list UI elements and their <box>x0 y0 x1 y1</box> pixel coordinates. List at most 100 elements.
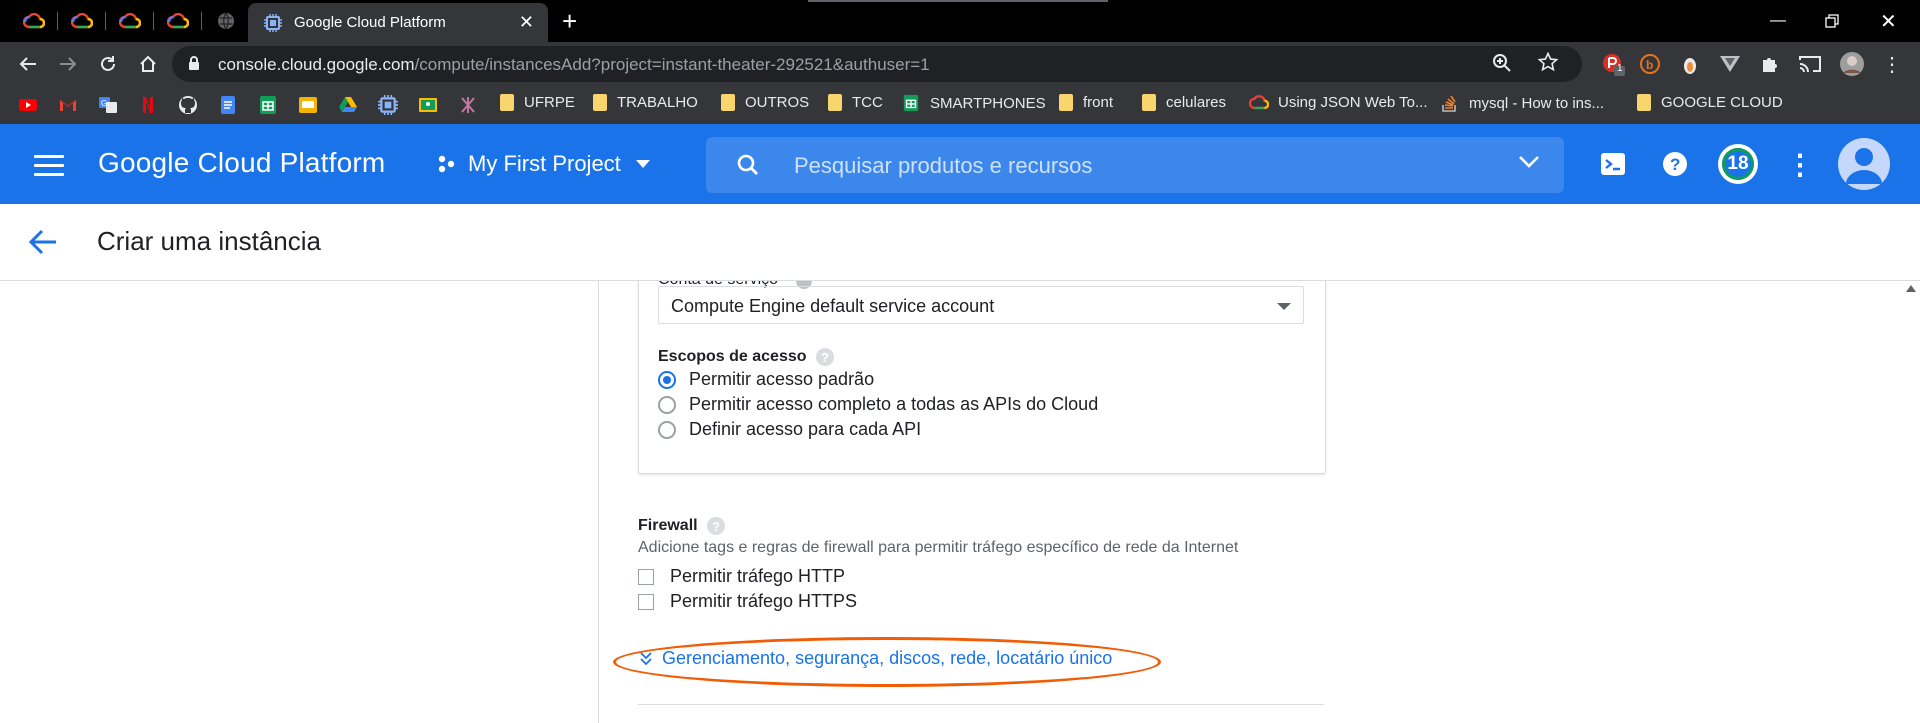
browser-menu-icon[interactable]: ⋮ <box>1878 50 1906 78</box>
access-scopes-label: Escopos de acesso <box>658 348 807 365</box>
checkbox-label: Permitir tráfego HTTPS <box>670 591 858 611</box>
firewall-label: Firewall <box>638 517 698 534</box>
project-hexdots-icon <box>438 155 455 173</box>
pinned-tab[interactable] <box>202 0 250 42</box>
bookmark-folder-front[interactable]: front <box>1059 94 1113 111</box>
pinned-tab[interactable] <box>154 0 202 42</box>
chevron-down-icon <box>635 160 650 168</box>
zoom-icon[interactable] <box>1492 53 1512 73</box>
radio-label: Permitir acesso padrão <box>689 369 875 389</box>
docs-icon[interactable] <box>218 95 238 115</box>
reload-icon[interactable] <box>92 48 124 80</box>
new-tab-button[interactable]: + <box>562 6 577 37</box>
allow-https-checkbox[interactable]: Permitir tráfego HTTPS <box>638 591 857 612</box>
content-divider <box>598 281 599 723</box>
bookmark-label: OUTROS <box>745 94 810 111</box>
folder-icon <box>1142 94 1156 111</box>
product-brand[interactable]: Google Cloud Platform <box>98 147 385 179</box>
pinned-tab[interactable] <box>10 0 58 42</box>
account-avatar[interactable] <box>1838 138 1890 190</box>
back-icon[interactable] <box>12 48 44 80</box>
extension-flame-icon[interactable] <box>1676 50 1704 78</box>
window-drag-indicator <box>808 0 1108 2</box>
bookmark-label: mysql - How to ins... <box>1469 94 1605 112</box>
close-window-icon[interactable]: ✕ <box>1880 0 1897 42</box>
double-chevron-down-icon <box>640 651 652 665</box>
bookmark-label: front <box>1083 94 1114 111</box>
cloud-shell-icon[interactable] <box>1595 146 1631 182</box>
lock-icon <box>189 56 199 70</box>
radio-selected-icon <box>658 370 676 389</box>
radio-unselected-icon <box>658 420 676 439</box>
youtube-icon[interactable] <box>18 95 38 115</box>
gmail-icon[interactable] <box>58 95 78 115</box>
translate-icon[interactable]: G <box>98 95 118 115</box>
more-options-icon[interactable]: ⋮ <box>1782 146 1818 182</box>
url-text: console.cloud.google.com/compute/instanc… <box>218 55 930 75</box>
figma-like-icon[interactable] <box>458 95 478 115</box>
star-icon[interactable] <box>1538 52 1558 72</box>
github-icon[interactable] <box>178 95 198 115</box>
bookmark-mysql[interactable]: mysql - How to ins... <box>1441 94 1604 112</box>
restore-icon[interactable] <box>1825 0 1839 42</box>
profile-avatar-icon[interactable] <box>1838 50 1866 78</box>
active-tab-title: Google Cloud Platform <box>294 14 446 31</box>
radio-label: Permitir acesso completo a todas as APIs… <box>689 394 1099 414</box>
notifications-badge[interactable]: 18 <box>1718 144 1758 184</box>
close-tab-icon[interactable]: ✕ <box>519 12 534 33</box>
extensions-puzzle-icon[interactable] <box>1756 50 1784 78</box>
folder-icon <box>593 94 607 111</box>
scope-option-default[interactable]: Permitir acesso padrão <box>658 369 874 390</box>
netflix-icon[interactable] <box>138 95 158 115</box>
minimize-icon[interactable]: — <box>1770 0 1786 42</box>
folder-icon <box>828 94 842 111</box>
scroll-up-arrow-icon[interactable] <box>1906 285 1916 292</box>
extension-red-icon[interactable]: 1 <box>1599 50 1627 78</box>
advanced-options-expander[interactable]: Gerenciamento, segurança, discos, rede, … <box>640 648 1112 669</box>
cast-icon[interactable] <box>1796 50 1824 78</box>
search-placeholder: Pesquisar produtos e recursos <box>794 153 1093 178</box>
bookmark-folder-trabalho[interactable]: TRABALHO <box>593 94 698 111</box>
slides-icon[interactable] <box>298 95 318 115</box>
pinned-tab[interactable] <box>58 0 106 42</box>
forward-icon[interactable] <box>52 48 84 80</box>
extension-b-icon[interactable]: b <box>1636 50 1664 78</box>
allow-http-checkbox[interactable]: Permitir tráfego HTTP <box>638 566 845 587</box>
active-tab[interactable]: Google Cloud Platform ✕ <box>248 3 548 42</box>
extension-v-icon[interactable] <box>1716 50 1744 78</box>
drive-icon[interactable] <box>338 95 358 115</box>
project-selector[interactable]: My First Project <box>436 151 651 177</box>
scope-option-full[interactable]: Permitir acesso completo a todas as APIs… <box>658 394 1098 415</box>
scope-option-per-api[interactable]: Definir acesso para cada API <box>658 419 921 440</box>
help-icon[interactable]: ? <box>707 517 725 535</box>
chevron-down-icon[interactable] <box>1518 155 1540 169</box>
bookmark-folder-ufrpe[interactable]: UFRPE <box>500 94 575 111</box>
hamburger-menu-icon[interactable] <box>34 155 64 182</box>
service-account-select[interactable]: Compute Engine default service account <box>658 286 1304 324</box>
help-icon[interactable]: ? <box>816 348 834 366</box>
bookmark-folder-google-cloud[interactable]: GOOGLE CLOUD <box>1637 94 1783 111</box>
dropdown-caret-icon <box>1277 303 1291 310</box>
bookmark-folder-smartphones[interactable]: SMARTPHONES <box>902 94 1046 112</box>
bookmark-folder-tcc[interactable]: TCC <box>828 94 883 111</box>
bookmark-folder-celulares[interactable]: celulares <box>1142 94 1226 111</box>
search-bar[interactable]: Pesquisar produtos e recursos <box>706 137 1564 193</box>
bookmark-using-json[interactable]: Using JSON Web To... <box>1249 94 1428 111</box>
extension-badge: 1 <box>1617 63 1623 74</box>
classroom-icon[interactable] <box>418 95 438 115</box>
back-arrow-icon[interactable] <box>28 228 58 256</box>
home-icon[interactable] <box>132 48 164 80</box>
sheets-icon[interactable] <box>258 95 278 115</box>
checkbox-icon <box>638 593 654 610</box>
help-icon[interactable]: ? <box>1657 146 1693 182</box>
bookmark-folder-outros[interactable]: OUTROS <box>721 94 809 111</box>
google-cloud-icon <box>71 13 93 29</box>
chip-icon[interactable] <box>378 95 398 115</box>
address-bar[interactable]: console.cloud.google.com/compute/instanc… <box>172 46 1582 82</box>
page-title: Criar uma instância <box>97 226 321 256</box>
google-cloud-icon <box>23 13 45 29</box>
expander-label: Gerenciamento, segurança, discos, rede, … <box>662 648 1113 668</box>
pinned-tab[interactable] <box>106 0 154 42</box>
notifications-count: 18 <box>1722 148 1754 180</box>
section-divider <box>638 704 1324 705</box>
